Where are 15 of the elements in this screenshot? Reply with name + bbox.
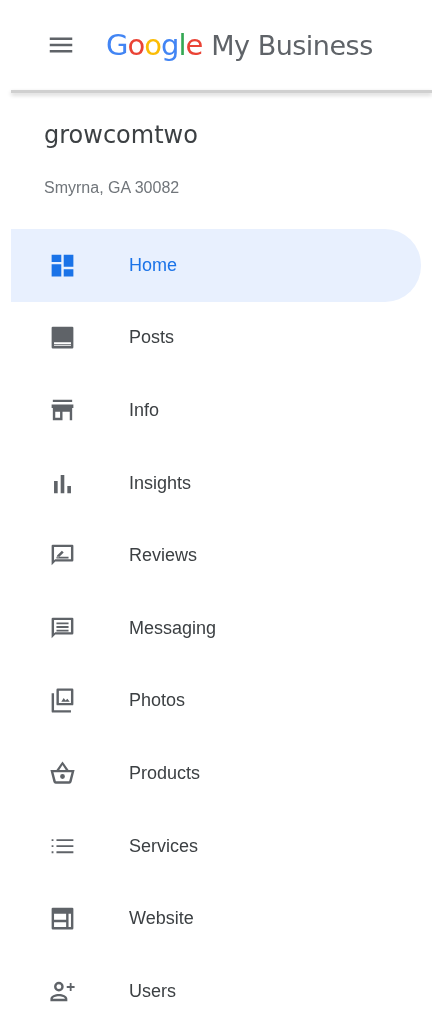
product-name: My Business — [211, 29, 373, 61]
brand-wordmark: Google — [106, 28, 203, 62]
nav-item[interactable]: Messaging — [11, 591, 421, 665]
nav-item[interactable]: Posts — [11, 301, 421, 375]
business-name: growcomtwo — [44, 121, 199, 149]
nav-item[interactable]: Home — [11, 229, 421, 302]
business-address: Smyrna, GA 30082 — [44, 179, 181, 197]
nav-item[interactable]: Website — [11, 882, 421, 955]
nav-item[interactable]: Services — [11, 809, 421, 883]
nav-item[interactable]: Insights — [11, 446, 421, 520]
nav-item[interactable]: Users — [11, 954, 421, 1028]
nav-item[interactable]: Reviews — [11, 519, 421, 592]
nav-item[interactable]: Info — [11, 374, 421, 447]
nav-item[interactable]: Products — [11, 737, 421, 810]
nav-item[interactable]: Photos — [11, 664, 421, 738]
